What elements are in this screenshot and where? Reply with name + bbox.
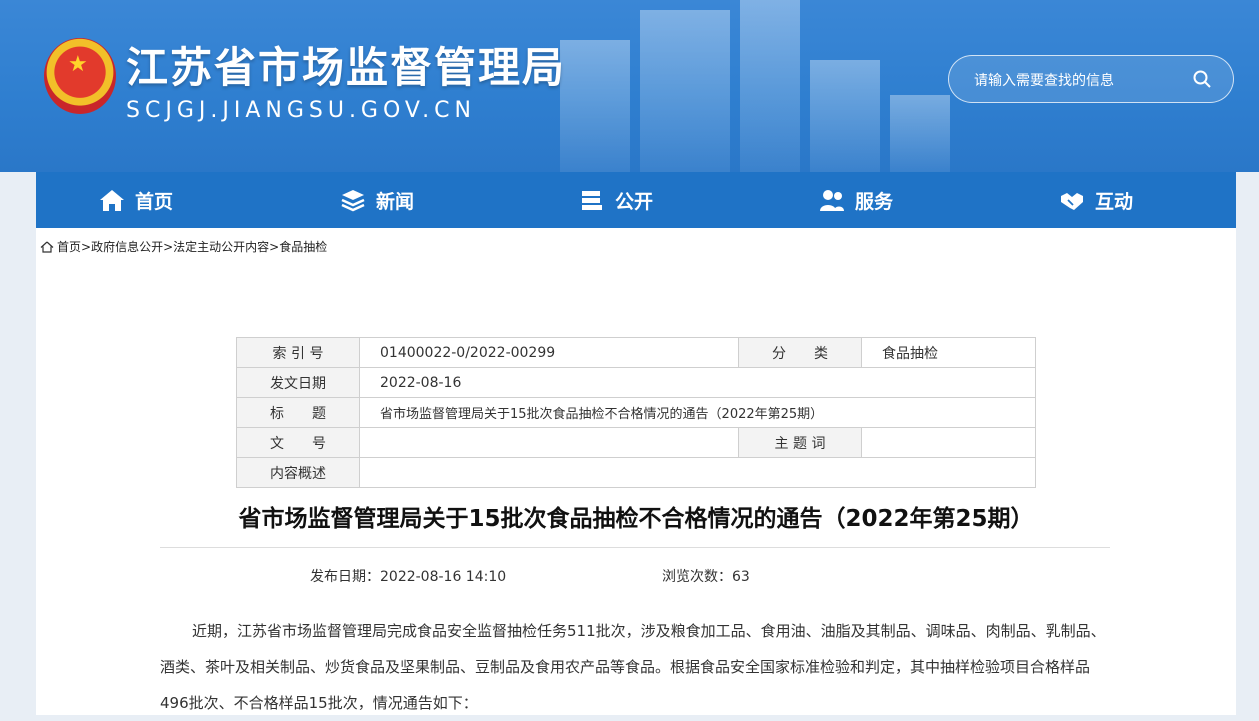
building-graphic [810,60,880,172]
search-icon[interactable] [1193,70,1211,88]
keywords-label: 主 题 词 [738,427,862,458]
building-graphic [640,10,730,172]
breadcrumb-link-food-inspection[interactable]: 食品抽检 [279,238,327,255]
index-label: 索 引 号 [236,337,360,368]
people-icon [820,190,844,211]
nav-item-open[interactable]: 公开 [579,172,653,228]
breadcrumb-separator: > [81,239,92,254]
home-icon [40,241,54,253]
view-count-value: 63 [732,569,750,585]
breadcrumb-link-home[interactable]: 首页 [57,238,81,255]
handshake-icon [1061,193,1083,210]
main-nav: 首页 新闻 公开 服务 互动 [36,172,1236,228]
publish-date-value: 2022-08-16 14:10 [380,569,507,585]
index-value: 01400022-0/2022-00299 [359,337,739,368]
building-graphic [560,40,630,172]
breadcrumb: 首页 > 政府信息公开 > 法定主动公开内容 > 食品抽检 [40,238,327,255]
nav-label: 服务 [855,190,894,213]
title-label: 标 题 [236,397,360,428]
layers-icon [341,190,365,212]
keywords-value [861,427,1036,458]
national-emblem-logo[interactable]: ★ [44,38,116,114]
building-graphic [890,95,950,172]
breadcrumb-separator: > [269,239,280,254]
building-graphic [740,0,800,172]
home-icon [100,190,124,211]
search-placeholder[interactable]: 请输入需要查找的信息 [974,70,1114,90]
nav-label: 公开 [615,190,654,213]
view-count-label: 浏览次数： [662,569,732,585]
breadcrumb-link-gov-info[interactable]: 政府信息公开 [91,238,163,255]
site-url: SCJGJ.JIANGSU.GOV.CN [126,98,476,123]
search-box[interactable]: 请输入需要查找的信息 [948,55,1234,103]
date-label: 发文日期 [236,367,360,398]
divider [160,547,1110,548]
docno-label: 文 号 [236,427,360,458]
nav-item-interact[interactable]: 互动 [1059,172,1133,228]
stack-icon [582,191,602,210]
category-value: 食品抽检 [861,337,1036,368]
nav-item-service[interactable]: 服务 [819,172,893,228]
article-paragraph: 近期，江苏省市场监督管理局完成食品安全监督抽检任务511批次，涉及粮食加工品、食… [160,622,1106,712]
title-value: 省市场监督管理局关于15批次食品抽检不合格情况的通告（2022年第25期） [359,397,1036,428]
site-title[interactable]: 江苏省市场监督管理局 [126,34,566,95]
category-label: 分 类 [738,337,862,368]
publish-date: 发布日期：2022-08-16 14:10 [310,566,506,586]
nav-label: 互动 [1095,190,1134,213]
document-meta-table: 索 引 号 01400022-0/2022-00299 分 类 食品抽检 发文日… [236,337,1036,488]
nav-item-home[interactable]: 首页 [99,172,173,228]
breadcrumb-link-public-content[interactable]: 法定主动公开内容 [173,238,269,255]
content-panel: 首页 > 政府信息公开 > 法定主动公开内容 > 食品抽检 索 引 号 0140… [36,228,1236,715]
view-count: 浏览次数：63 [662,566,750,586]
nav-item-news[interactable]: 新闻 [340,172,414,228]
date-value: 2022-08-16 [359,367,1036,398]
summary-value [359,457,1036,488]
header-banner: ★ 江苏省市场监督管理局 SCJGJ.JIANGSU.GOV.CN 请输入需要查… [0,0,1259,172]
breadcrumb-separator: > [163,239,174,254]
nav-label: 首页 [135,190,174,213]
nav-label: 新闻 [376,190,415,213]
publish-date-label: 发布日期： [310,569,380,585]
docno-value [359,427,739,458]
summary-label: 内容概述 [236,457,360,488]
article-title: 省市场监督管理局关于15批次食品抽检不合格情况的通告（2022年第25期） [238,506,1034,532]
